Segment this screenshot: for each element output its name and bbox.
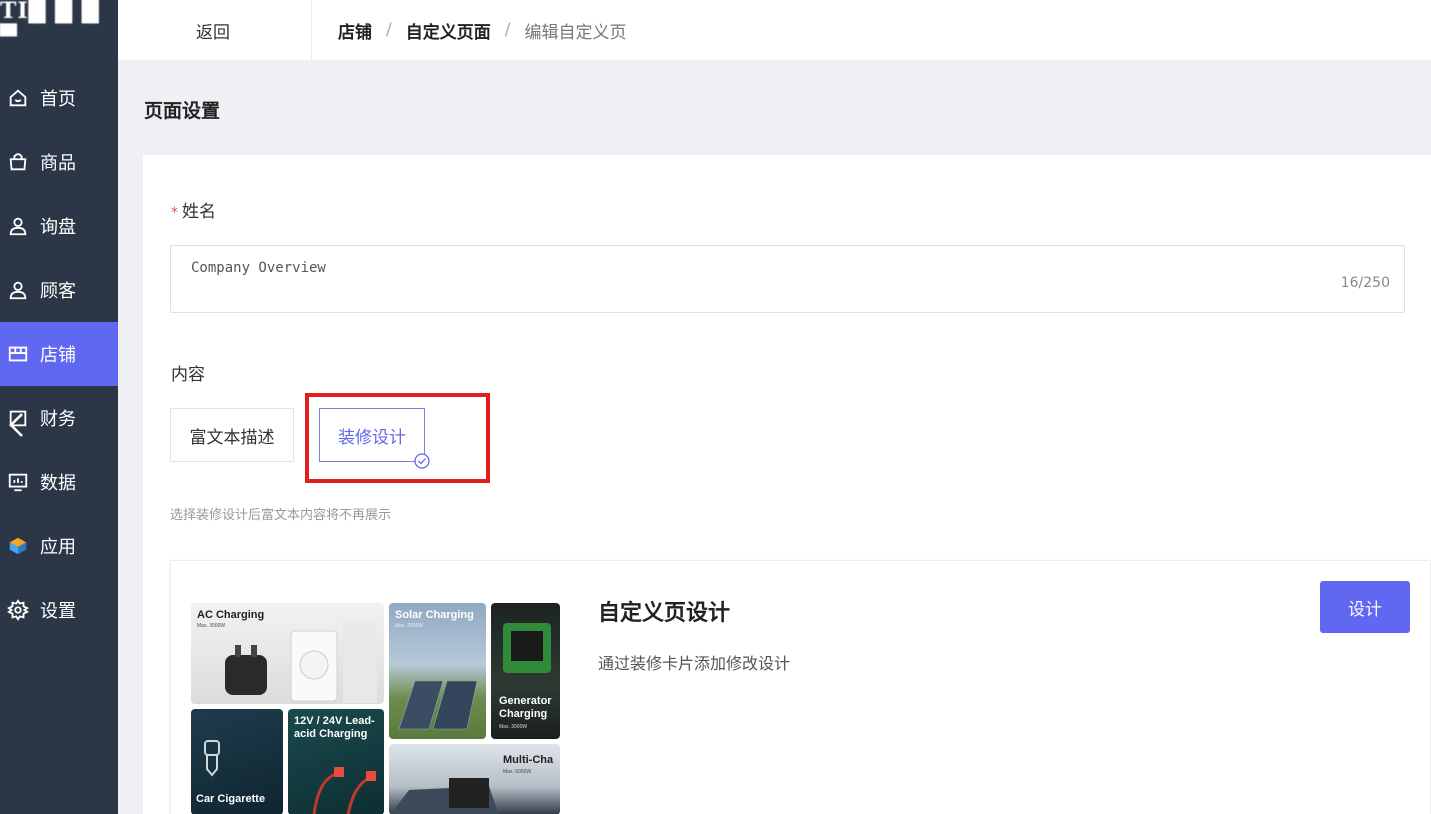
sidebar-item-label: 财务 xyxy=(40,409,76,430)
gear-icon xyxy=(6,598,30,622)
name-field[interactable]: Company Overview 16/250 xyxy=(170,245,1405,313)
sidebar-item-products[interactable]: 商品 xyxy=(0,130,118,194)
sidebar-item-label: 设置 xyxy=(40,601,76,622)
sidebar-nav: 首页 商品 询盘 顾客 店铺 财务 数据 应用 设置 xyxy=(0,66,118,642)
sidebar-item-label: 商品 xyxy=(40,153,76,174)
char-counter: 16/250 xyxy=(1340,275,1390,291)
sidebar-item-store[interactable]: 店铺 xyxy=(0,322,118,386)
breadcrumb-item-custom-pages[interactable]: 自定义页面 xyxy=(406,18,491,43)
breadcrumb-item-current: 编辑自定义页 xyxy=(524,22,627,43)
preview-tile: Multi-Cha Max. 6000W xyxy=(389,744,560,814)
logo[interactable]: TI█ █ █ ▀ xyxy=(0,0,118,48)
preview-tile: Car Cigarette xyxy=(191,709,283,814)
required-marker: * xyxy=(171,205,178,221)
name-field-label: * 姓名 xyxy=(171,202,216,222)
sidebar-item-label: 顾客 xyxy=(40,281,76,302)
option-rich-text[interactable]: 富文本描述 xyxy=(170,408,294,462)
shopping-bag-icon xyxy=(6,150,30,174)
design-card-description: 通过装修卡片添加修改设计 xyxy=(598,654,791,673)
user-icon xyxy=(6,278,30,302)
check-circle-icon xyxy=(414,453,430,469)
content-label: 内容 xyxy=(171,365,205,385)
sidebar-item-inquiries[interactable]: 询盘 xyxy=(0,194,118,258)
preview-tile: Generator Charging Max. 3000W xyxy=(491,603,560,739)
design-card-title: 自定义页设计 xyxy=(598,601,731,626)
preview-tile: Solar Charging Max. 2000W xyxy=(389,603,486,739)
collapse-arrow-icon[interactable] xyxy=(6,410,26,440)
breadcrumb-separator: / xyxy=(504,20,511,40)
sidebar-item-label: 询盘 xyxy=(40,217,76,238)
breadcrumb: 店铺 / 自定义页面 / 编辑自定义页 xyxy=(312,18,626,43)
page-title: 页面设置 xyxy=(144,100,221,122)
sidebar-item-label: 店铺 xyxy=(40,345,76,366)
sidebar: TI█ █ █ ▀ 首页 商品 询盘 顾客 店铺 财务 数据 应用 设置 xyxy=(0,0,118,814)
breadcrumb-item-store[interactable]: 店铺 xyxy=(338,18,372,43)
breadcrumb-separator: / xyxy=(386,20,392,40)
topbar: 返回 店铺 / 自定义页面 / 编辑自定义页 xyxy=(118,0,1431,60)
sidebar-item-label: 首页 xyxy=(40,89,76,110)
design-preview: AC Charging Max. 3000W Solar Charging Ma… xyxy=(191,603,560,814)
cube-icon xyxy=(6,534,30,558)
preview-tile: AC Charging Max. 3000W xyxy=(191,603,384,704)
design-button[interactable]: 设计 xyxy=(1320,581,1410,633)
sidebar-item-settings[interactable]: 设置 xyxy=(0,578,118,642)
settings-panel: * 姓名 Company Overview 16/250 内容 富文本描述 装修设… xyxy=(143,155,1431,814)
sidebar-item-home[interactable]: 首页 xyxy=(0,66,118,130)
hint-text: 选择装修设计后富文本内容将不再展示 xyxy=(170,508,392,523)
sidebar-item-label: 数据 xyxy=(40,473,76,494)
back-button[interactable]: 返回 xyxy=(118,0,312,60)
option-decoration-design[interactable]: 装修设计 xyxy=(319,408,430,469)
design-card: AC Charging Max. 3000W Solar Charging Ma… xyxy=(170,560,1431,814)
name-field-value: Company Overview xyxy=(191,260,326,276)
sidebar-item-customers[interactable]: 顾客 xyxy=(0,258,118,322)
preview-tile: 12V / 24V Lead-acid Charging xyxy=(288,709,384,814)
monitor-chart-icon xyxy=(6,470,30,494)
sidebar-item-label: 应用 xyxy=(40,537,76,558)
sidebar-item-apps[interactable]: 应用 xyxy=(0,514,118,578)
store-icon xyxy=(6,342,30,366)
option-label: 装修设计 xyxy=(338,427,406,448)
sidebar-item-data[interactable]: 数据 xyxy=(0,450,118,514)
home-icon xyxy=(6,86,30,110)
user-icon xyxy=(6,214,30,238)
